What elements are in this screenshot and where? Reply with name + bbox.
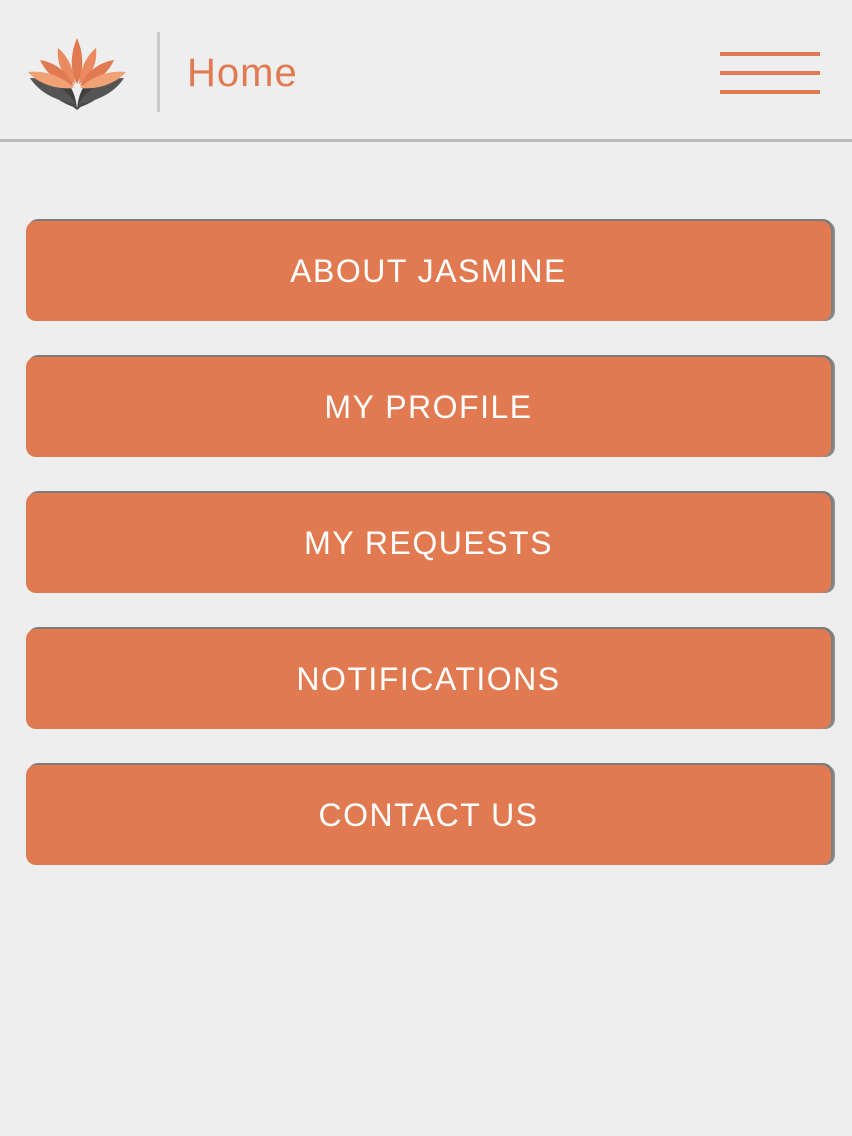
- hamburger-menu-icon[interactable]: [720, 50, 820, 96]
- my-profile-button[interactable]: MY PROFILE: [26, 357, 831, 457]
- notifications-button[interactable]: NOTIFICATIONS: [26, 629, 831, 729]
- menu-bar: [720, 71, 820, 75]
- app-header: Home: [0, 0, 852, 142]
- button-label: NOTIFICATIONS: [296, 660, 561, 697]
- page-title: Home: [187, 51, 298, 95]
- button-label: ABOUT JASMINE: [290, 252, 567, 289]
- button-label: MY REQUESTS: [304, 524, 553, 561]
- main-menu: ABOUT JASMINE MY PROFILE MY REQUESTS NOT…: [26, 221, 831, 901]
- lotus-logo-icon: [28, 38, 126, 110]
- about-jasmine-button[interactable]: ABOUT JASMINE: [26, 221, 831, 321]
- menu-bar: [720, 90, 820, 94]
- button-label: CONTACT US: [318, 796, 539, 833]
- contact-us-button[interactable]: CONTACT US: [26, 765, 831, 865]
- menu-bar: [720, 52, 820, 56]
- my-requests-button[interactable]: MY REQUESTS: [26, 493, 831, 593]
- header-divider: [157, 32, 160, 112]
- button-label: MY PROFILE: [324, 388, 533, 425]
